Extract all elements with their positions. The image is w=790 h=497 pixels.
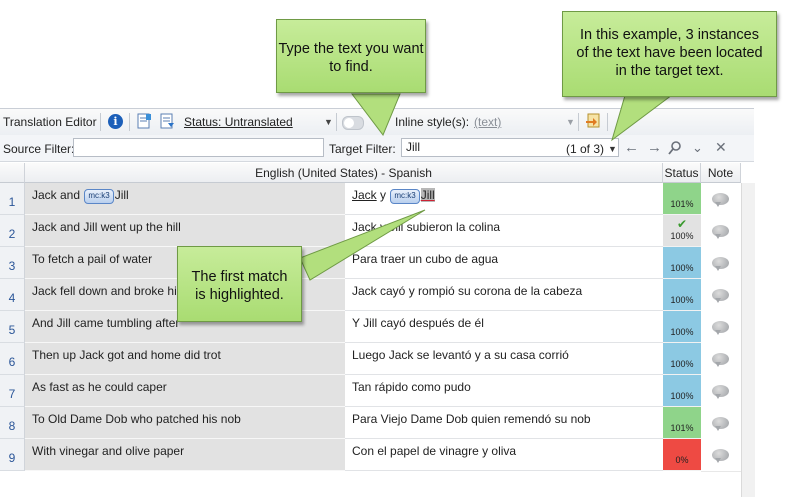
callout-text: In this example, 3 instances of the text… (576, 27, 763, 79)
callout-text: The first match is highlighted. (191, 269, 288, 303)
callout-text: Type the text you want to find. (278, 41, 424, 75)
callout-pointer (299, 209, 426, 281)
callout-pointer (611, 91, 678, 142)
callout-first-match: The first match is highlighted. (177, 246, 302, 322)
callout-instances: In this example, 3 instances of the text… (562, 11, 777, 97)
callout-pointer (350, 93, 401, 136)
callout-type-text: Type the text you want to find. (276, 19, 426, 93)
